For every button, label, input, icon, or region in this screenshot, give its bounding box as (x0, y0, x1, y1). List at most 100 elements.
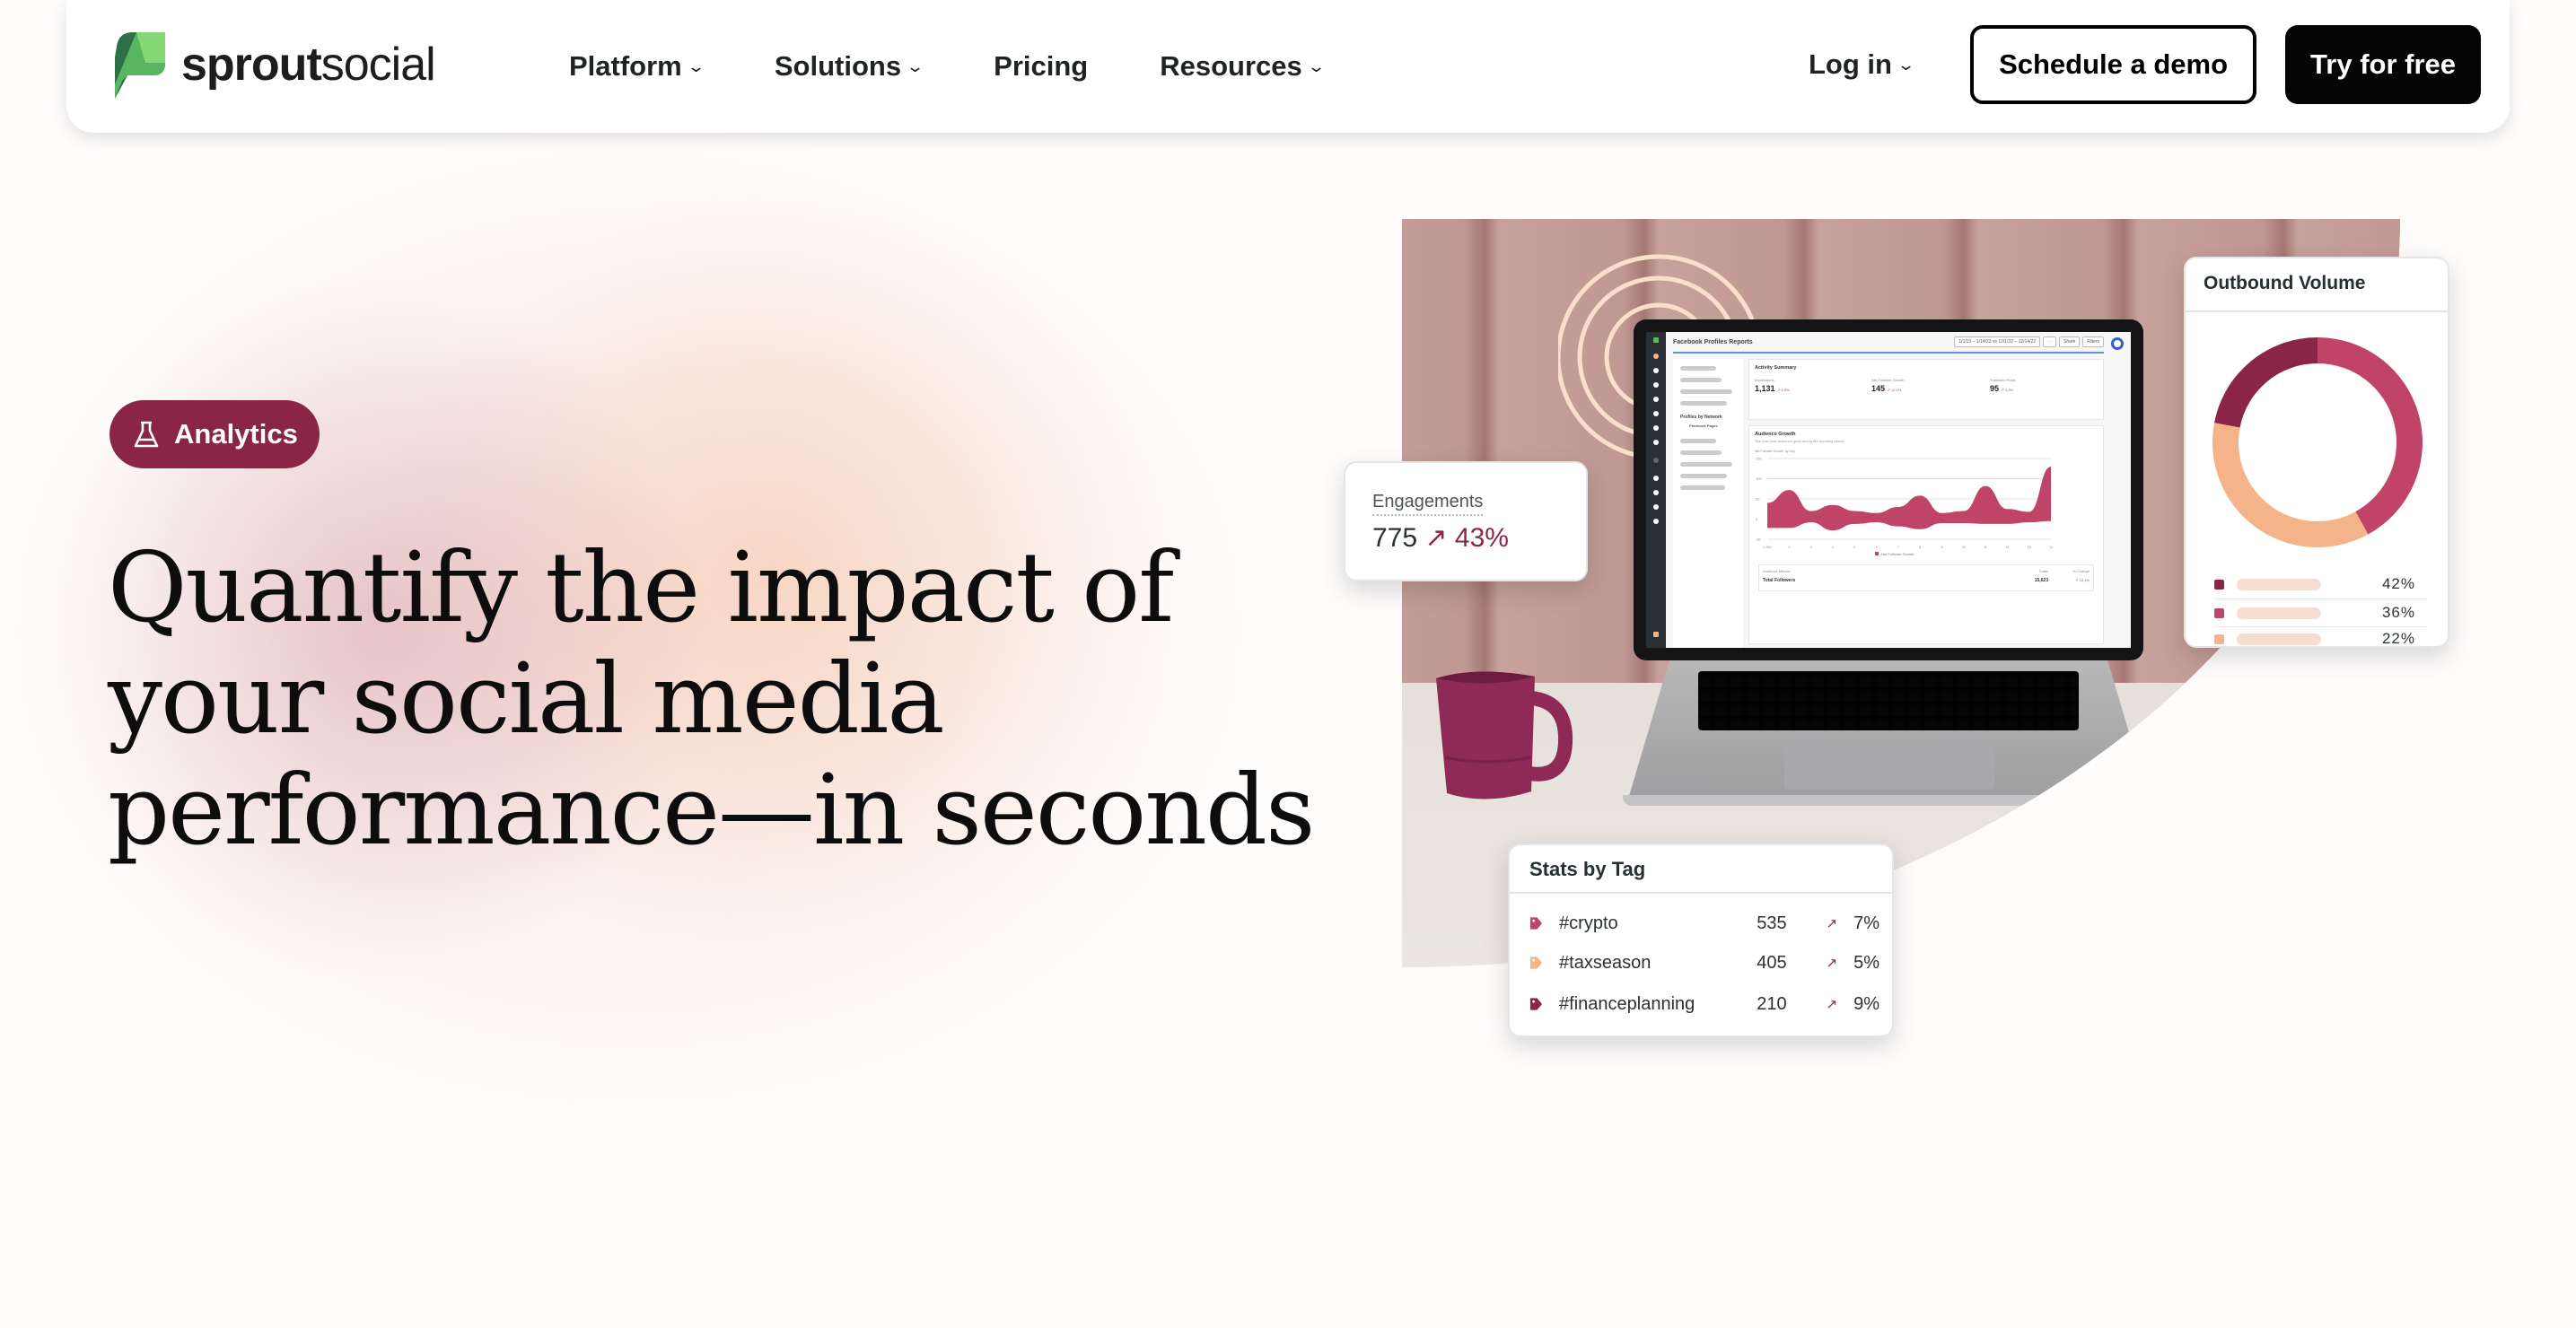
kpi-impressions: Impressions 1,131 ↗ 5.5% (1755, 378, 1790, 393)
report-left-panel: Profiles by Network Facebook Pages (1673, 359, 1743, 648)
chevron-down-icon: ⌄ (1896, 55, 1916, 74)
engagements-card: Engagements 775 ↗ 43% (1344, 461, 1588, 581)
tag-icon (1529, 998, 1543, 1010)
trend-up-icon: ↗ (1424, 523, 1448, 553)
chevron-down-icon: ⌄ (1306, 57, 1326, 75)
x-tick-label: 13 (2028, 546, 2031, 549)
schedule-demo-button[interactable]: Schedule a demo (1970, 25, 2257, 104)
nav-platform[interactable]: Platform ⌄ (569, 50, 705, 83)
more-button[interactable]: ··· (2043, 336, 2057, 347)
app-sidebar (1646, 332, 1666, 648)
net-follower-growth-chart: -50 0 50 100 150 1 JAN 2 3 4 5 6 7 8 9 10 11 12 13 14 (1756, 457, 2053, 550)
main-nav: Platform ⌄ Solutions ⌄ Pricing Resources ⌄ (569, 0, 1395, 133)
divider (2186, 310, 2448, 312)
x-tick-label: 6 (1876, 546, 1878, 549)
x-tick-label: 8 (1919, 546, 1921, 549)
nav-pricing[interactable]: Pricing (994, 50, 1088, 83)
activity-summary-title: Activity Summary (1755, 365, 1797, 371)
nav-solutions[interactable]: Solutions ⌄ (775, 50, 925, 83)
laptop-screen-frame: Facebook Profiles Reports 1/1/23 – 1/14/… (1634, 319, 2143, 660)
paper-decoration (2303, 650, 2395, 714)
headline-line: performance—in seconds (108, 755, 1315, 867)
activity-summary-card: Activity Summary Impressions 1,131 ↗ 5.5%… (1748, 359, 2104, 420)
x-tick-label: 2 (1788, 546, 1790, 549)
table-cell: ↗ 12.1% (2075, 578, 2090, 582)
y-tick-label: -50 (1756, 537, 1762, 542)
outbound-volume-card: Outbound Volume 42% 36% 22% (2184, 257, 2449, 648)
table-header: Totals (2038, 569, 2048, 573)
y-tick-label: 150 (1756, 457, 1762, 461)
nav-resources[interactable]: Resources ⌄ (1160, 50, 1326, 83)
login-label: Log in (1809, 48, 1892, 80)
user-avatar[interactable] (2111, 337, 2124, 350)
share-button[interactable]: Share (2059, 336, 2081, 347)
nav-resources-label: Resources (1160, 50, 1302, 82)
logo-text-light: social (320, 39, 436, 91)
divider (1510, 892, 1892, 894)
audience-growth-title: Audience Growth (1755, 432, 1796, 437)
engagements-change: 43% (1454, 523, 1509, 553)
hero-headline: Quantify the impact of your social media… (108, 533, 1364, 867)
x-tick-label: 14 (2049, 546, 2053, 549)
table-cell: 15,623 (2034, 578, 2048, 583)
filters-button[interactable]: Filters (2082, 336, 2104, 347)
tag-name: #taxseason (1559, 952, 1652, 973)
laptop-trackpad (1784, 736, 1994, 790)
legend-bar (2237, 607, 2321, 619)
tag-name: #crypto (1559, 913, 1618, 933)
tag-row[interactable]: #crypto 535 ↗ 7% (1529, 908, 1879, 939)
legend-row: 22% (2214, 625, 2430, 652)
flask-icon (134, 421, 159, 448)
date-range-button[interactable]: 1/1/23 – 1/14/23 vs 12/1/22 – 12/14/22 (1954, 336, 2041, 347)
engagements-label: Engagements (1372, 492, 1484, 516)
nav-pricing-label: Pricing (994, 50, 1089, 82)
kpi-published-posts: Published Posts 95 ↗ 1.2% (1990, 378, 2016, 393)
analytics-badge: Analytics (110, 400, 320, 468)
outbound-volume-donut (2212, 337, 2423, 547)
legend-bar (2237, 578, 2321, 590)
logo-text-bold: sprout (181, 39, 322, 91)
try-for-free-button[interactable]: Try for free (2285, 25, 2481, 104)
trend-up-icon: ↗ (1826, 997, 1838, 1012)
headline-line: your social media (108, 643, 945, 756)
net-follower-growth-area (1767, 467, 2051, 531)
table-cell: Total Followers (1763, 578, 1796, 583)
engagements-value: 775 (1372, 523, 1418, 553)
tag-change: 7% (1853, 913, 1879, 933)
donut-slice-1 (2212, 423, 2369, 547)
tag-change: 5% (1853, 952, 1879, 973)
legend-bar (2237, 633, 2321, 645)
trend-up-icon: ↗ (1826, 916, 1838, 931)
chart-legend: Net Follower Growth (1875, 552, 1914, 556)
laptop-front-edge (1623, 795, 2154, 806)
outbound-volume-title: Outbound Volume (2204, 273, 2366, 293)
tag-row[interactable]: #taxseason 405 ↗ 5% (1529, 948, 1879, 978)
coffee-mug (1436, 671, 1573, 799)
x-tick-label: 4 (1832, 546, 1834, 549)
title-underline (1673, 352, 2104, 354)
sprout-social-logo[interactable]: sproutsocial (110, 31, 436, 99)
facebook-pages-label[interactable]: Facebook Pages (1689, 424, 1743, 428)
tag-change: 9% (1853, 993, 1879, 1014)
tag-row[interactable]: #financeplanning 210 ↗ 9% (1529, 989, 1879, 1019)
kpi-net-follower-growth: Net Follower Growth 145 ↗ 12.1% (1871, 378, 1905, 393)
x-tick-label: 3 (1810, 546, 1812, 549)
tag-name: #financeplanning (1559, 993, 1695, 1014)
login-menu[interactable]: Log in ⌄ (1809, 48, 1916, 81)
x-tick-label: 10 (1962, 546, 1966, 549)
headline-line: Quantify the impact of (108, 532, 1174, 644)
donut-slice-2 (2214, 337, 2318, 428)
legend-swatch (2214, 579, 2224, 590)
sprout-leaf-icon (115, 32, 165, 99)
stats-by-tag-title: Stats by Tag (1529, 858, 1646, 880)
audience-growth-card: Audience Growth See how your audience gr… (1748, 425, 2104, 644)
tag-icon (1529, 917, 1543, 930)
legend-percent: 36% (2381, 604, 2415, 621)
tag-icon (1529, 957, 1543, 969)
y-tick-label: 50 (1756, 497, 1760, 502)
top-navigation: sproutsocial Platform ⌄ Solutions ⌄ Pricin… (66, 0, 2510, 133)
tag-count: 210 (1757, 993, 1787, 1014)
nav-platform-label: Platform (569, 50, 682, 82)
trend-up-icon: ↗ (1826, 956, 1838, 971)
chevron-down-icon: ⌄ (906, 57, 925, 75)
